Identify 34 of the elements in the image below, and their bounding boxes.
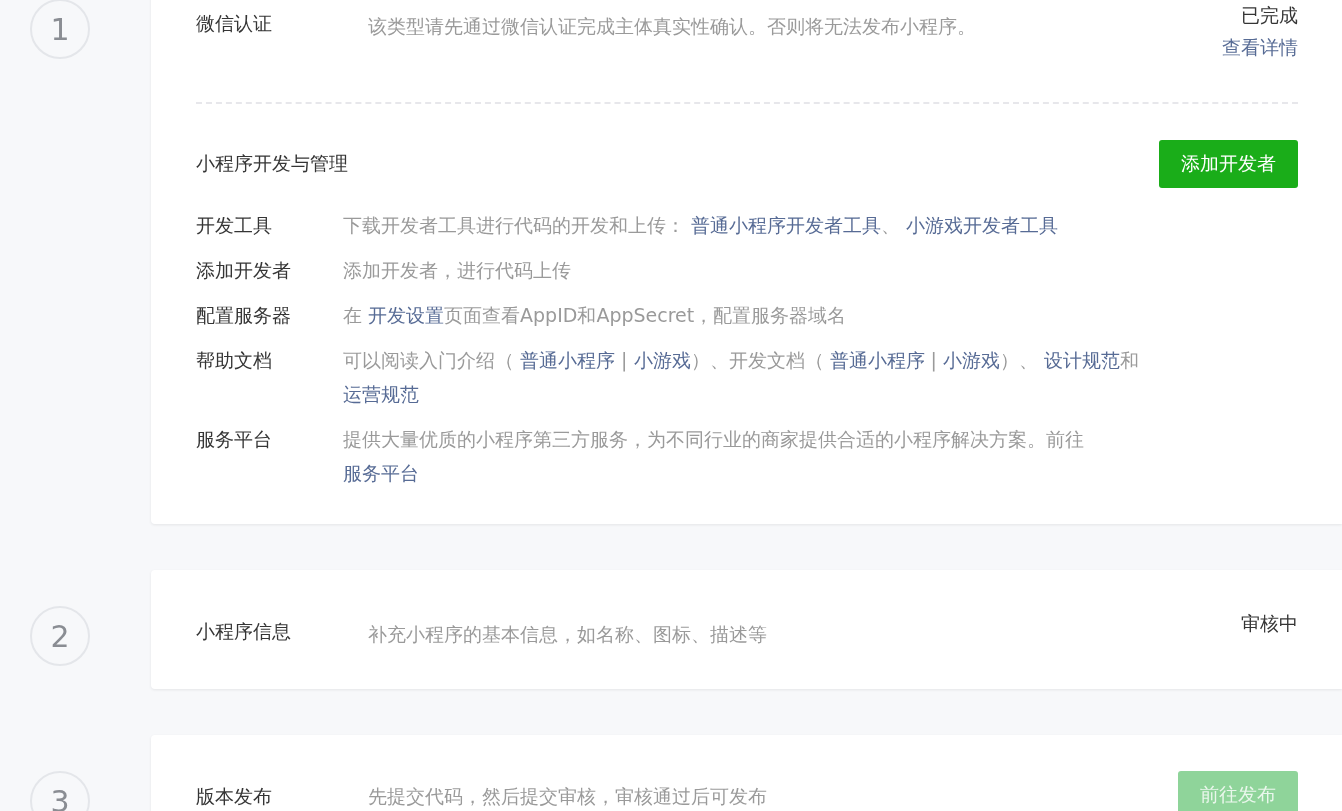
step-title: 微信认证 [196,11,273,36]
row-label: 开发工具 [196,213,273,238]
doc-link[interactable]: 普通小程序 [520,349,616,371]
step-number: 3 [30,771,90,811]
step-number: 2 [30,606,90,666]
row-label: 配置服务器 [196,303,292,328]
step-title: 小程序信息 [196,619,292,644]
row-description: 下载开发者工具进行代码的开发和上传： 普通小程序开发者工具、 小游戏开发者工具 [343,213,1060,238]
doc-link[interactable]: 小游戏 [943,349,1001,371]
row-description: 可以阅读入门介绍（ 普通小程序 | 小游戏）、开发文档（ 普通小程序 | 小游戏）、 设计规范和 运营规范 [343,348,1141,407]
row-label: 帮助文档 [196,348,273,373]
step-title: 版本发布 [196,784,273,809]
doc-link[interactable]: 服务平台 [343,462,419,484]
action-button[interactable]: 添加开发者 [1159,140,1298,188]
status-text: 已完成 [1241,3,1298,28]
section-title: 小程序开发与管理 [196,151,348,176]
doc-link[interactable]: 开发设置 [368,304,445,326]
row-label: 服务平台 [196,427,273,452]
doc-link[interactable]: 普通小程序开发者工具 [691,214,882,236]
row-description: 提供大量优质的小程序第三方服务，为不同行业的商家提供合适的小程序解决方案。前往 服务平台 [343,427,1085,486]
row-description: 添加开发者，进行代码上传 [343,258,572,283]
details-link[interactable]: 查看详情 [1222,32,1298,62]
step-description: 该类型请先通过微信认证完成主体真实性确认。否则将无法发布小程序。 [368,14,977,39]
step-number: 1 [30,0,90,59]
doc-link[interactable]: 小游戏 [633,349,691,371]
doc-link[interactable]: 普通小程序 [829,349,925,371]
doc-link[interactable]: 设计规范 [1044,349,1121,371]
row-label: 添加开发者 [196,258,292,283]
doc-link[interactable]: 小游戏开发者工具 [906,214,1059,236]
step-description: 补充小程序的基本信息，如名称、图标、描述等 [368,622,768,647]
step-description: 先提交代码，然后提交审核，审核通过后可发布 [368,784,768,809]
doc-link[interactable]: 运营规范 [343,383,419,405]
row-description: 在 开发设置页面查看AppID和AppSecret，配置服务器域名 [343,303,848,328]
status-text: 审核中 [1241,611,1298,636]
